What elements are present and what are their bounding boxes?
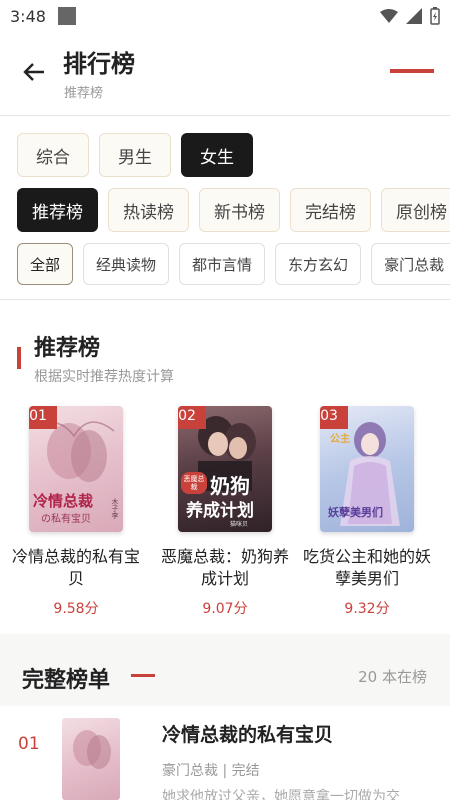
book-cover: 02 恶魔总裁 奶狗 养成计划 猫咪贝: [178, 406, 272, 532]
cover-illustration: [73, 730, 111, 769]
header-accent-line: [390, 69, 434, 73]
section-marker: [17, 347, 21, 369]
battery-icon: [430, 7, 440, 25]
rank-badge: 03: [320, 406, 348, 429]
cover-author: 木子李: [111, 498, 119, 519]
cover-title: 奶狗: [210, 474, 250, 498]
item-cover: [62, 718, 120, 800]
book-cover: 01 冷情总裁 の私有宝贝 木子李: [29, 406, 123, 532]
back-button[interactable]: [18, 56, 50, 88]
cover-title: 妖孽美男们: [328, 506, 383, 519]
filter-area: 综合 男生 女生 推荐榜 热读榜 新书榜 完结榜 原创榜 全部 经典读物 都市言…: [0, 118, 450, 300]
page-subtitle: 推荐榜: [64, 86, 104, 101]
tab-female[interactable]: 女生: [181, 133, 253, 177]
full-list-section: 完整榜单 20 本在榜 01 冷情总裁的私有宝贝 豪门总裁 | 完结 她求他放过…: [0, 634, 450, 800]
gender-tabs: 综合 男生 女生: [17, 133, 253, 177]
cover-subtitle: 公主: [330, 434, 350, 445]
item-title: 冷情总裁的私有宝贝: [162, 724, 334, 746]
book-card[interactable]: 02 恶魔总裁 奶狗 养成计划 猫咪贝 恶魔总裁：奶狗养成计划 9.07分: [155, 406, 295, 618]
full-list-count: 20 本在榜: [358, 668, 427, 686]
item-status: 完结: [231, 763, 260, 779]
section-title: 推荐榜: [34, 336, 101, 361]
category-classic[interactable]: 经典读物: [83, 243, 170, 285]
full-list-title: 完整榜单: [22, 668, 111, 693]
cover-subtitle: 养成计划: [186, 501, 254, 521]
section-subtitle: 根据实时推荐热度计算: [34, 369, 174, 385]
book-title: 冷情总裁的私有宝贝: [11, 547, 140, 588]
book-card[interactable]: 01 冷情总裁 の私有宝贝 木子李 冷情总裁的私有宝贝 9.58分: [6, 406, 146, 618]
book-cover: 03 公主 妖孽美男们: [320, 406, 414, 532]
tab-finished[interactable]: 完结榜: [290, 188, 371, 232]
item-meta: 豪门总裁 | 完结: [162, 760, 260, 780]
cover-title: 冷情总裁: [33, 492, 94, 510]
book-score: 9.58分: [53, 601, 99, 617]
book-score: 9.07分: [202, 601, 248, 617]
category-all[interactable]: 全部: [17, 243, 74, 285]
page-title: 排行榜: [63, 50, 135, 78]
book-card[interactable]: 03 公主 妖孽美男们 吃货公主和她的妖孽美男们 9.32分: [297, 406, 437, 618]
tab-new[interactable]: 新书榜: [199, 188, 280, 232]
category-eastern-fantasy[interactable]: 东方玄幻: [275, 243, 362, 285]
meta-divider: |: [222, 763, 232, 779]
rank-badge: 02: [178, 406, 206, 429]
category-urban-romance[interactable]: 都市言情: [179, 243, 266, 285]
tab-general[interactable]: 综合: [17, 133, 89, 177]
tab-male[interactable]: 男生: [99, 133, 171, 177]
tab-recommend[interactable]: 推荐榜: [17, 188, 98, 232]
notification-icon: [57, 7, 76, 25]
tab-original[interactable]: 原创榜: [381, 188, 450, 232]
cover-subtitle: の私有宝贝: [41, 514, 91, 525]
wifi-icon: [380, 9, 398, 23]
list-tabs: 推荐榜 热读榜 新书榜 完结榜 原创榜: [17, 188, 450, 232]
book-title: 吃货公主和她的妖孽美男们: [302, 547, 431, 588]
status-time: 3:48: [10, 6, 46, 26]
signal-icon: [406, 8, 422, 24]
arrow-left-icon: [23, 63, 44, 81]
category-ceo[interactable]: 豪门总裁: [371, 243, 450, 285]
item-rank: 01: [18, 734, 40, 754]
rank-badge: 01: [29, 406, 57, 429]
category-tabs: 全部 经典读物 都市言情 东方玄幻 豪门总裁: [17, 243, 450, 285]
full-list-header: 完整榜单 20 本在榜: [0, 634, 450, 706]
cover-author: 猫咪贝: [230, 521, 249, 528]
tab-hot[interactable]: 热读榜: [108, 188, 189, 232]
book-score: 9.32分: [344, 601, 390, 617]
cover-badge: 恶魔总裁: [181, 472, 207, 494]
list-item[interactable]: 01 冷情总裁的私有宝贝 豪门总裁 | 完结 她求他放过父亲，她愿意拿一切做为交: [0, 706, 450, 800]
title-accent-dash: [131, 674, 155, 677]
book-title: 恶魔总裁：奶狗养成计划: [160, 547, 289, 588]
recommend-section: 推荐榜 根据实时推荐热度计算 01 冷情总裁 の私有宝贝 木子李 冷情总裁的私有…: [0, 300, 450, 634]
item-category: 豪门总裁: [162, 763, 218, 779]
status-bar: 3:48: [0, 0, 450, 32]
item-description: 她求他放过父亲，她愿意拿一切做为交: [162, 789, 400, 800]
status-icons: [380, 7, 440, 25]
app-header: 排行榜 推荐榜: [0, 36, 450, 116]
